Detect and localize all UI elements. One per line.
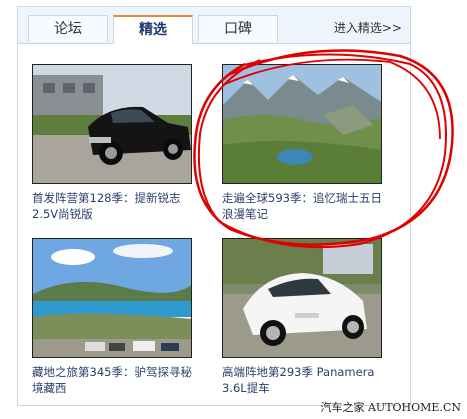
tab-featured[interactable]: 精选 <box>113 15 193 44</box>
tibet-lake-photo[interactable] <box>32 238 192 358</box>
featured-card-2[interactable]: 走遍全球593季：追忆瑞士五日浪漫笔记 <box>222 64 392 222</box>
tab-bar: 论坛 精选 口碑 进入精选>> <box>18 7 410 44</box>
featured-card-4[interactable]: 高端阵地第293季 Panamera 3.6L提车 <box>222 238 392 396</box>
card-caption[interactable]: 首发阵营第128季：提新锐志2.5V尚锐版 <box>32 190 197 222</box>
card-caption[interactable]: 高端阵地第293季 Panamera 3.6L提车 <box>222 364 387 396</box>
featured-card-3[interactable]: 藏地之旅第345季：驴驾探寻秘境藏西 <box>32 238 202 396</box>
swiss-mountain-lake-photo[interactable] <box>222 64 382 184</box>
card-caption[interactable]: 藏地之旅第345季：驴驾探寻秘境藏西 <box>32 364 197 396</box>
card-caption[interactable]: 走遍全球593季：追忆瑞士五日浪漫笔记 <box>222 190 387 222</box>
featured-card-1[interactable]: 首发阵营第128季：提新锐志2.5V尚锐版 <box>32 64 202 222</box>
watermark: 汽车之家 AUTOHOME.CN <box>320 401 461 414</box>
black-sedan-photo[interactable] <box>32 64 192 184</box>
white-porsche-photo[interactable] <box>222 238 382 358</box>
more-featured-link[interactable]: 进入精选>> <box>334 19 402 36</box>
tab-forum[interactable]: 论坛 <box>28 15 108 42</box>
tab-reviews[interactable]: 口碑 <box>198 15 278 42</box>
